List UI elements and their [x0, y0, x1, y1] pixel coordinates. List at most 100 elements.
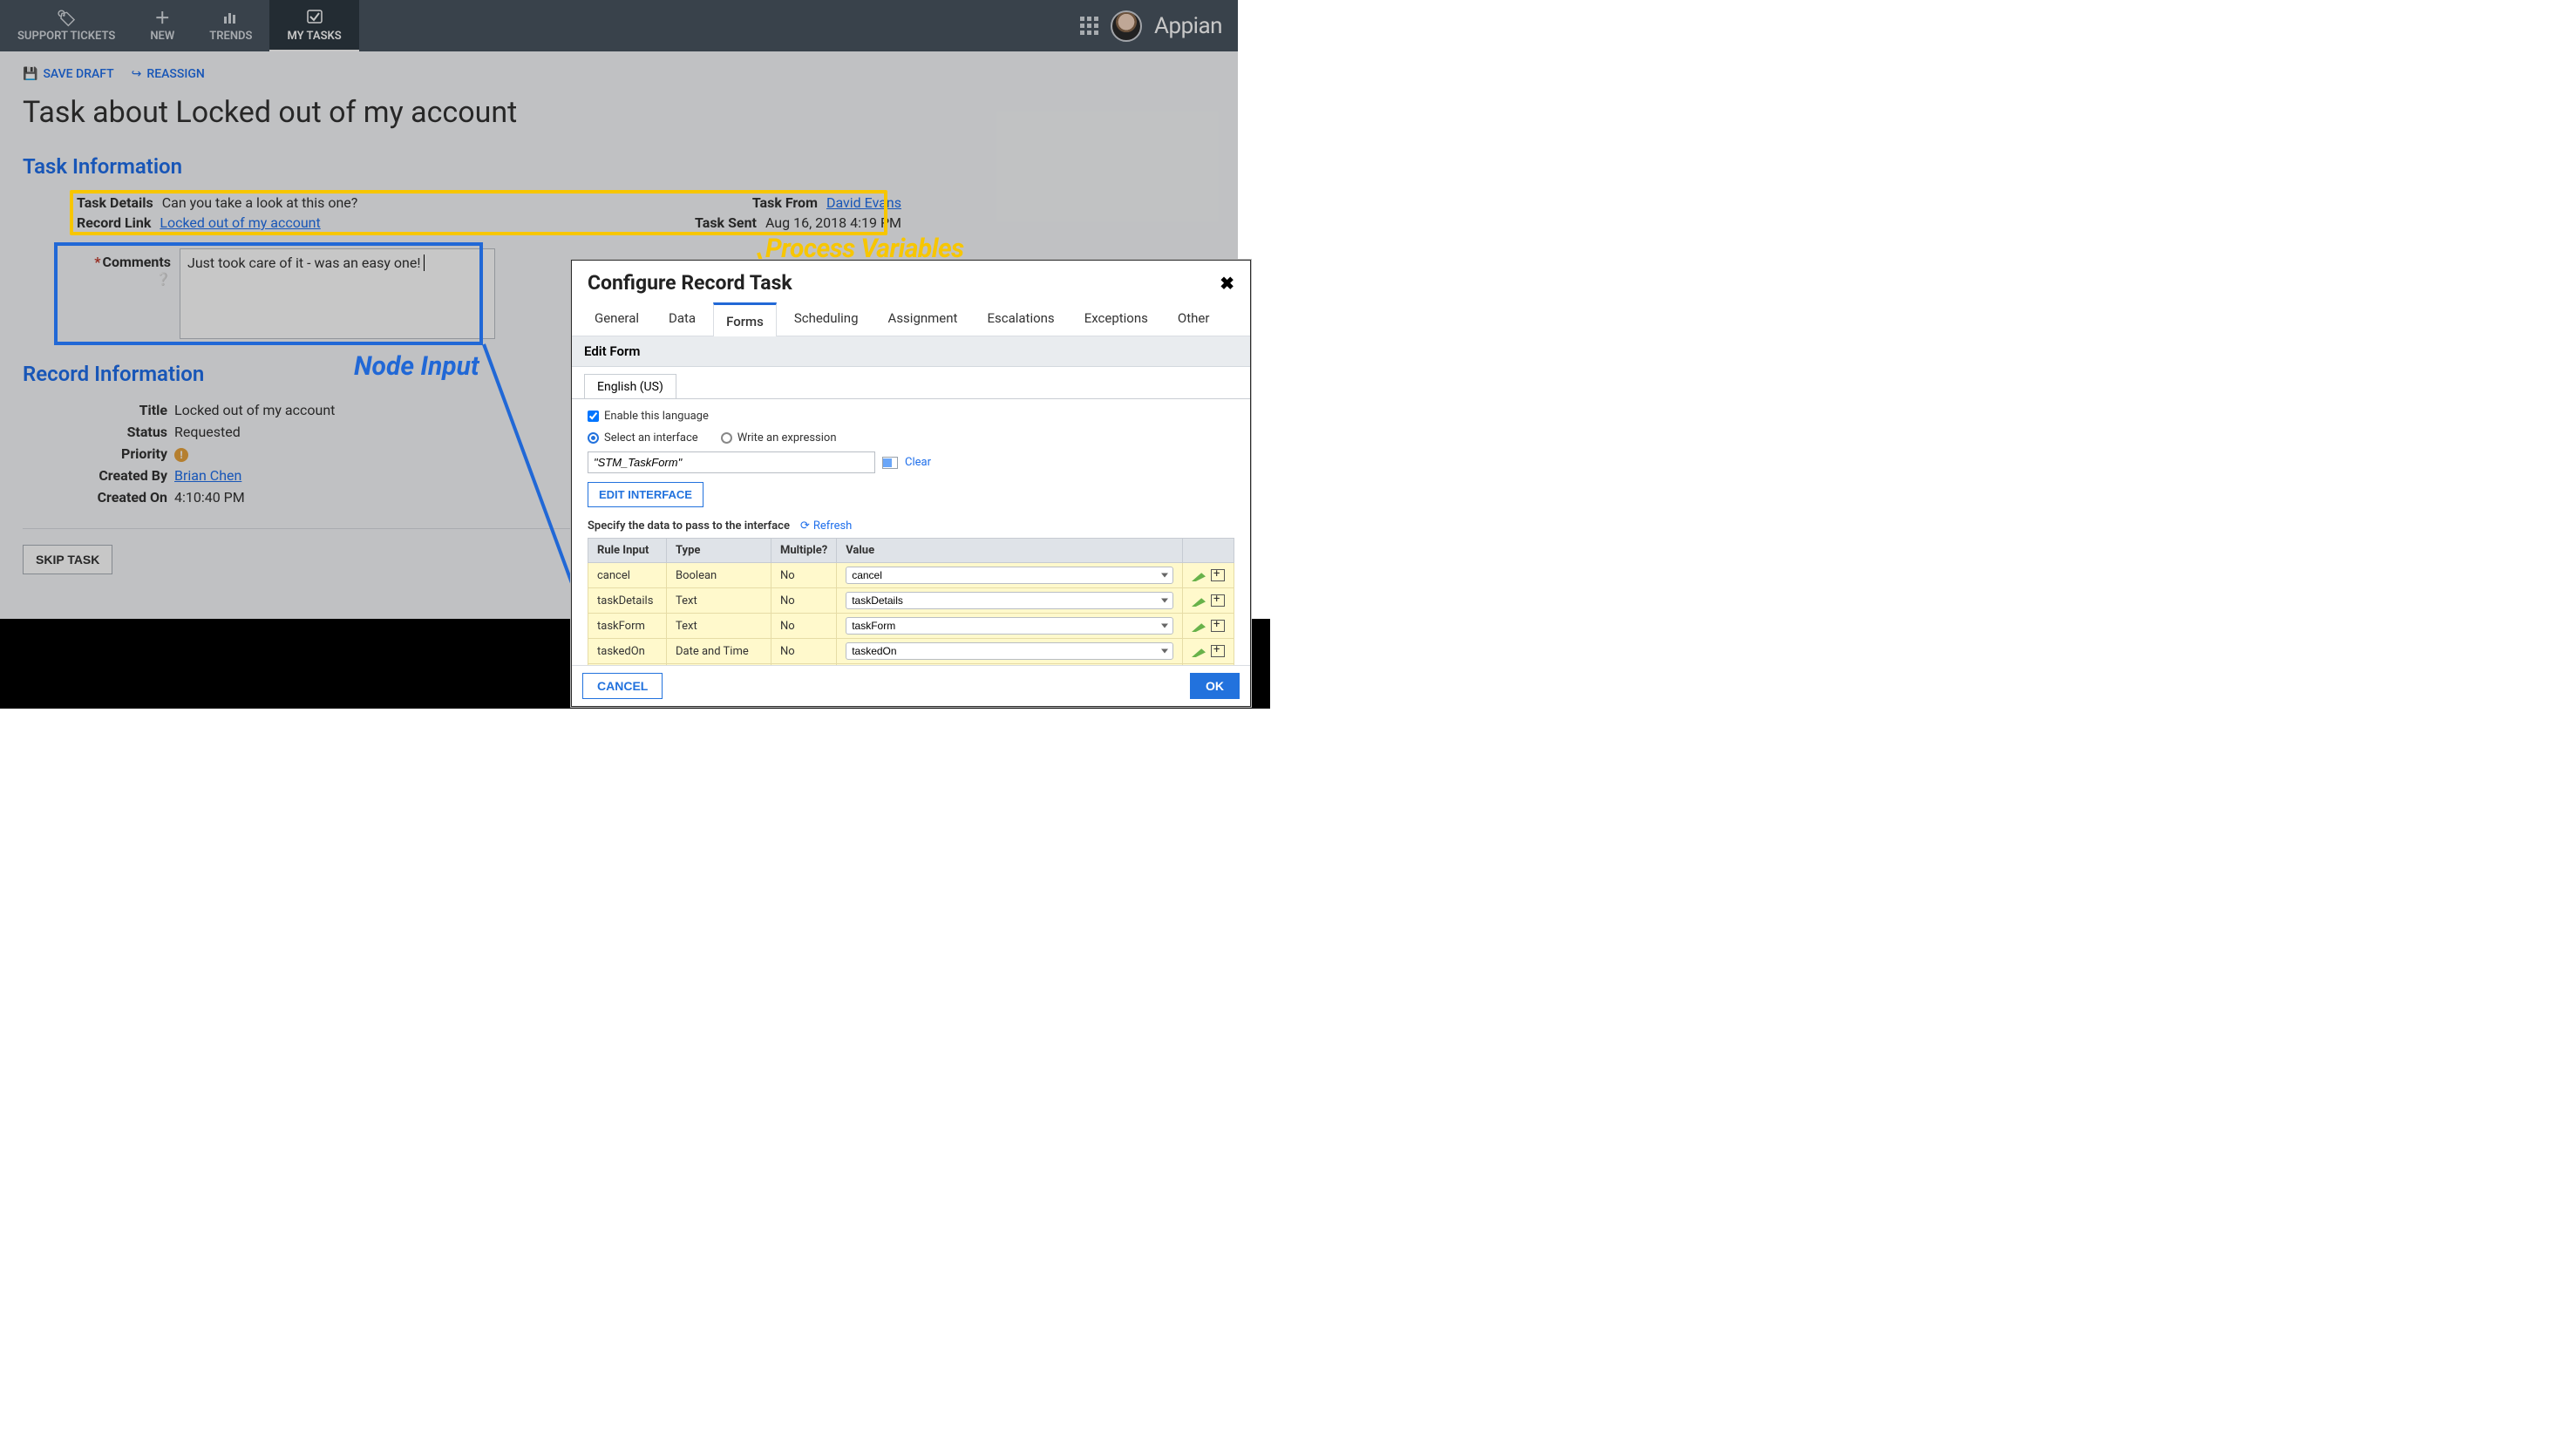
- value-select[interactable]: taskDetails: [846, 592, 1173, 609]
- edit-icon[interactable]: [1192, 645, 1206, 657]
- col-rule-input: Rule Input: [588, 539, 667, 563]
- rule-inputs-table: Rule Input Type Multiple? Value cancel B…: [588, 538, 1234, 665]
- skip-task-button[interactable]: SKIP TASK: [23, 545, 112, 574]
- enable-language-label: Enable this language: [604, 410, 709, 423]
- add-icon[interactable]: [1211, 620, 1225, 632]
- radio-icon: [588, 432, 599, 444]
- cell-actions: [1183, 563, 1234, 588]
- section-task-info-heading: Task Information: [23, 154, 1215, 179]
- title-label: Title: [77, 402, 174, 418]
- tab-my-tasks[interactable]: MY TASKS: [269, 0, 358, 51]
- save-draft-link[interactable]: 💾 SAVE DRAFT: [23, 67, 114, 81]
- tab-other[interactable]: Other: [1166, 302, 1222, 336]
- clear-link[interactable]: Clear: [905, 456, 931, 469]
- cell-type: Date and Time: [667, 639, 771, 664]
- enable-language-checkbox[interactable]: [588, 411, 599, 422]
- cell-value: cancel: [837, 563, 1183, 588]
- tab-forms[interactable]: Forms: [713, 302, 777, 336]
- table-row: taskDetails Text No taskDetails: [588, 588, 1234, 614]
- reassign-link[interactable]: ↪ REASSIGN: [132, 67, 205, 81]
- ok-button[interactable]: OK: [1190, 673, 1240, 699]
- cell-value: taskedOn: [837, 639, 1183, 664]
- tab-new[interactable]: ＋ NEW: [133, 0, 192, 51]
- tab-label: SUPPORT TICKETS: [17, 30, 115, 43]
- cancel-button[interactable]: CANCEL: [582, 673, 663, 699]
- cell-multiple: No: [771, 639, 837, 664]
- cell-type: Text: [667, 588, 771, 614]
- tab-escalations[interactable]: Escalations: [975, 302, 1066, 336]
- cell-multiple: No: [771, 588, 837, 614]
- cell-rule-input: taskForm: [588, 614, 667, 639]
- ticket-icon: 🏷: [57, 11, 77, 27]
- cell-type: Boolean: [667, 563, 771, 588]
- interface-name-input[interactable]: [588, 451, 875, 473]
- cell-value: taskDetails: [837, 588, 1183, 614]
- top-nav: 🏷 SUPPORT TICKETS ＋ NEW TRENDS MY TASKS …: [0, 0, 1238, 51]
- radio-select-interface[interactable]: Select an interface: [588, 431, 698, 445]
- edit-icon[interactable]: [1192, 594, 1206, 607]
- tab-support-tickets[interactable]: 🏷 SUPPORT TICKETS: [0, 0, 133, 51]
- edit-form-label: Edit Form: [584, 343, 640, 359]
- plus-icon: ＋: [154, 11, 170, 27]
- col-type: Type: [667, 539, 771, 563]
- table-row: taskForm Text No taskForm: [588, 614, 1234, 639]
- cell-rule-input: taskDetails: [588, 588, 667, 614]
- bar-chart-icon: [223, 11, 239, 27]
- add-icon[interactable]: [1211, 569, 1225, 581]
- add-icon[interactable]: [1211, 594, 1225, 607]
- status-label: Status: [77, 424, 174, 440]
- language-tab[interactable]: English (US): [584, 374, 676, 398]
- cell-rule-input: taskedOn: [588, 639, 667, 664]
- picker-icon[interactable]: [882, 457, 898, 469]
- created-by-label: Created By: [77, 467, 174, 484]
- check-icon: [307, 10, 323, 27]
- add-icon[interactable]: [1211, 645, 1225, 657]
- save-draft-label: SAVE DRAFT: [43, 67, 113, 81]
- value-select[interactable]: cancel: [846, 567, 1173, 584]
- annotation-node-input: Node Input: [354, 351, 479, 382]
- dialog-title: Configure Record Task: [588, 271, 792, 295]
- edit-icon[interactable]: [1192, 569, 1206, 581]
- edit-form-panel-header: Edit Form: [572, 336, 1250, 367]
- blue-highlight-box: [54, 242, 483, 345]
- cell-type: Text: [667, 614, 771, 639]
- page-title: Task about Locked out of my account: [23, 95, 1215, 130]
- col-multiple: Multiple?: [771, 539, 837, 563]
- created-by-link[interactable]: Brian Chen: [174, 467, 241, 484]
- tab-general[interactable]: General: [582, 302, 651, 336]
- tab-label: NEW: [150, 30, 174, 43]
- priority-label: Priority: [77, 445, 174, 462]
- apps-grid-icon[interactable]: [1080, 17, 1098, 35]
- dialog-tabs: General Data Forms Scheduling Assignment…: [572, 302, 1250, 336]
- value-select[interactable]: taskForm: [846, 617, 1173, 635]
- reassign-label: REASSIGN: [146, 67, 204, 81]
- value-select[interactable]: taskedOn: [846, 642, 1173, 660]
- refresh-label: Refresh: [813, 519, 852, 533]
- radio-select-label: Select an interface: [604, 431, 698, 445]
- tab-label: TRENDS: [209, 30, 252, 43]
- tab-data[interactable]: Data: [656, 302, 708, 336]
- table-row: taskedOn Date and Time No taskedOn: [588, 639, 1234, 664]
- tab-trends[interactable]: TRENDS: [192, 0, 269, 51]
- reassign-icon: ↪: [132, 67, 142, 81]
- close-icon[interactable]: ✖: [1220, 273, 1234, 294]
- refresh-icon: ⟳: [800, 519, 810, 533]
- radio-write-expression[interactable]: Write an expression: [721, 431, 837, 445]
- refresh-link[interactable]: ⟳ Refresh: [800, 519, 852, 533]
- tab-assignment[interactable]: Assignment: [876, 302, 970, 336]
- col-value: Value: [837, 539, 1183, 563]
- warning-icon: !: [174, 448, 188, 462]
- edit-icon[interactable]: [1192, 620, 1206, 632]
- cell-rule-input: cancel: [588, 563, 667, 588]
- radio-write-label: Write an expression: [737, 431, 837, 445]
- cell-actions: [1183, 639, 1234, 664]
- tab-label: MY TASKS: [287, 30, 341, 43]
- edit-interface-button[interactable]: EDIT INTERFACE: [588, 482, 703, 507]
- cell-multiple: No: [771, 614, 837, 639]
- cell-actions: [1183, 614, 1234, 639]
- avatar[interactable]: [1111, 10, 1142, 42]
- tab-scheduling[interactable]: Scheduling: [782, 302, 871, 336]
- tab-exceptions[interactable]: Exceptions: [1072, 302, 1160, 336]
- brand-logo: Appian: [1154, 13, 1222, 39]
- cell-value: taskForm: [837, 614, 1183, 639]
